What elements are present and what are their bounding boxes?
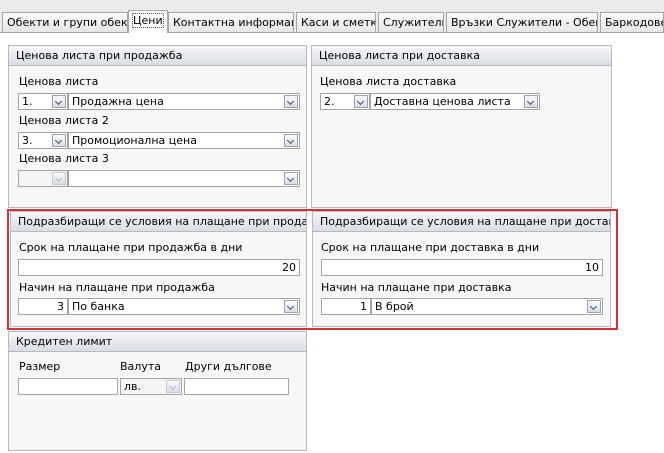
- combo-value: В брой: [375, 300, 414, 313]
- chevron-down-icon[interactable]: [52, 95, 66, 108]
- credit-limit-panel: Кредитен лимит Размер Валута лв. Други д…: [8, 331, 307, 451]
- chevron-down-icon[interactable]: [52, 172, 66, 185]
- currency-combo[interactable]: лв.: [120, 378, 182, 395]
- sale-payment-term-days-input[interactable]: 20: [18, 259, 300, 276]
- delivery-price-list-label: Ценова листа доставка: [320, 75, 457, 88]
- price-list-1-number-combo[interactable]: 1.: [18, 93, 68, 110]
- delivery-payment-method-code-input[interactable]: 1: [321, 298, 371, 315]
- combo-value: Доставна ценова листа: [374, 95, 511, 108]
- sale-payment-method-code-input[interactable]: 3: [18, 298, 68, 315]
- sale-price-lists-panel: Ценова листа при продажба Ценова листа 1…: [8, 45, 307, 208]
- chevron-down-icon[interactable]: [284, 172, 298, 185]
- delivery-payment-terms-panel: Подразбиращи се условия на плащане при д…: [312, 211, 611, 327]
- panel-title: Подразбиращи се условия на плащане при д…: [313, 212, 610, 232]
- delivery-price-list-number-combo[interactable]: 2.: [320, 93, 370, 110]
- currency-label: Валута: [120, 360, 161, 373]
- combo-value: лв.: [124, 380, 142, 393]
- price-list-2-number-combo[interactable]: 3.: [18, 132, 68, 149]
- chevron-down-icon[interactable]: [284, 95, 298, 108]
- panel-title: Кредитен лимит: [9, 332, 306, 352]
- delivery-payment-method-combo[interactable]: В брой: [371, 298, 603, 315]
- tab-contact-info[interactable]: Контактна информация: [168, 12, 294, 32]
- tab-prices[interactable]: Цени: [128, 10, 168, 33]
- chevron-down-icon[interactable]: [166, 380, 180, 393]
- tab-strip: Обекти и групи обекти Цени Контактна инф…: [0, 0, 664, 33]
- chevron-down-icon[interactable]: [52, 134, 66, 147]
- chevron-down-icon[interactable]: [284, 134, 298, 147]
- price-list-2-label: Ценова листа 2: [19, 114, 109, 127]
- panel-title: Подразбиращи се условия на плащане при п…: [11, 212, 306, 232]
- tab-prices-label: Цени: [132, 13, 164, 28]
- panel-title: Ценова листа при продажба: [9, 46, 306, 66]
- panel-title: Ценова листа при доставка: [312, 46, 611, 66]
- chevron-down-icon[interactable]: [284, 300, 298, 313]
- credit-size-label: Размер: [19, 360, 61, 373]
- delivery-price-list-name-combo[interactable]: Доставна ценова листа: [370, 93, 540, 110]
- other-debts-label: Други дългове: [185, 360, 272, 373]
- combo-value: 1.: [22, 95, 33, 108]
- chevron-down-icon[interactable]: [587, 300, 601, 313]
- chevron-down-icon[interactable]: [354, 95, 368, 108]
- chevron-down-icon[interactable]: [524, 95, 538, 108]
- sale-payment-method-combo[interactable]: По банка: [68, 298, 300, 315]
- price-list-2-name-combo[interactable]: Промоционална цена: [68, 132, 300, 149]
- tab-barcodes[interactable]: Баркодове: [600, 12, 664, 32]
- combo-value: 3.: [22, 134, 33, 147]
- combo-value: По банка: [72, 300, 125, 313]
- combo-value: 2.: [324, 95, 335, 108]
- sale-payment-term-label: Срок на плащане при продажба в дни: [19, 241, 243, 254]
- price-list-1-name-combo[interactable]: Продажна цена: [68, 93, 300, 110]
- delivery-payment-term-days-input[interactable]: 10: [321, 259, 603, 276]
- tab-cash-registers-accounts[interactable]: Каси и сметки: [296, 12, 376, 32]
- prices-tab-content: Ценова листа при продажба Ценова листа 1…: [0, 32, 664, 453]
- price-list-3-number-combo[interactable]: [18, 170, 68, 187]
- price-list-3-label: Ценова листа 3: [19, 152, 109, 165]
- sale-payment-method-label: Начин на плащане при продажба: [19, 281, 215, 294]
- tab-objects-and-groups[interactable]: Обекти и групи обекти: [2, 12, 128, 32]
- combo-value: Промоционална цена: [72, 134, 197, 147]
- combo-value: Продажна цена: [72, 95, 164, 108]
- delivery-price-list-panel: Ценова листа при доставка Ценова листа д…: [311, 45, 612, 208]
- delivery-payment-term-label: Срок на плащане при доставка в дни: [321, 241, 540, 254]
- price-list-1-label: Ценова листа: [19, 75, 99, 88]
- delivery-payment-method-label: Начин на плащане при доставка: [321, 281, 512, 294]
- price-list-3-name-combo[interactable]: [68, 170, 300, 187]
- other-debts-input[interactable]: [184, 378, 289, 395]
- sale-payment-terms-panel: Подразбиращи се условия на плащане при п…: [10, 211, 307, 327]
- tab-employee-object-links[interactable]: Връзки Служители - Обекти: [446, 12, 598, 32]
- credit-size-input[interactable]: [18, 378, 118, 395]
- tab-employees[interactable]: Служители: [378, 12, 444, 32]
